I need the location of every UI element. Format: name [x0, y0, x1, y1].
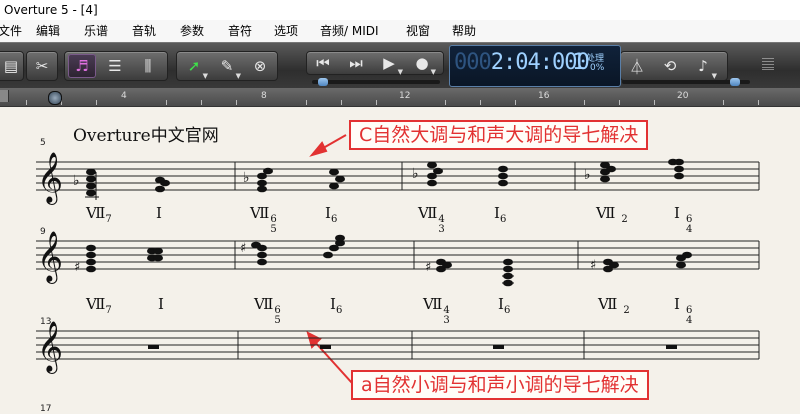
- volume-slider-knob[interactable]: [730, 78, 740, 86]
- tempo-slider-knob[interactable]: [318, 78, 328, 86]
- tempo-slider[interactable]: [312, 80, 440, 84]
- chord-label: Ⅰ6: [498, 295, 511, 316]
- menu-file[interactable]: 文件: [0, 20, 22, 42]
- menu-edit[interactable]: 编辑: [36, 20, 60, 42]
- title-bar: Overture 5 - [4]: [0, 0, 800, 20]
- treble-clef: 𝄞: [37, 321, 63, 374]
- chord-label: Ⅰ6: [494, 204, 507, 225]
- step-icon[interactable]: ⏭: [342, 52, 370, 74]
- svg-text:♯: ♯: [590, 258, 596, 273]
- ruler-number: 12: [399, 91, 411, 101]
- svg-text:♭: ♭: [73, 173, 80, 189]
- score-notation: 𝄞 ♭ ♭ ♭ ♭ 𝄞 ♯ ♯ ♯ ♯ 𝄞: [36, 134, 760, 384]
- staff-3: [36, 330, 760, 360]
- transport-group: ⏮ ⏭ ▶ ▼ ● ▼: [306, 51, 444, 76]
- window-title: Overture 5 - [4]: [4, 3, 98, 17]
- toolbar-group-right: ⏃ ⟲ ♪ ▼: [620, 51, 728, 81]
- ruler-number: 16: [538, 91, 550, 101]
- tools-icon[interactable]: ✂: [28, 54, 56, 78]
- chord-label: Ⅶ7: [86, 204, 112, 225]
- menu-notes[interactable]: 音符: [228, 20, 252, 42]
- score-page[interactable]: Overture中文官网 C自然大调与和声大调的导七解决 a自然小调与和声小调的…: [0, 107, 800, 414]
- callout-bottom-arrow: [306, 331, 353, 384]
- score-view-icon[interactable]: ♬: [68, 54, 96, 78]
- treble-clef: 𝄞: [37, 231, 63, 284]
- menu-parameters[interactable]: 参数: [180, 20, 204, 42]
- counter-beat: 1: [572, 50, 586, 75]
- chord-label: Ⅶ2: [598, 295, 630, 316]
- svg-text:♭: ♭: [412, 166, 419, 182]
- menu-help[interactable]: 帮助: [452, 20, 476, 42]
- chord-label: Ⅰ6: [325, 204, 338, 225]
- chord-label: Ⅶ65: [250, 204, 277, 235]
- chord-label: Ⅰ: [158, 295, 164, 313]
- ruler-number: 4: [121, 91, 127, 101]
- ruler-number: 8: [261, 91, 267, 101]
- treble-clef: 𝄞: [37, 152, 63, 205]
- menu-score[interactable]: 乐谱: [84, 20, 108, 42]
- menu-window[interactable]: 视窗: [406, 20, 430, 42]
- erase-icon[interactable]: ⊗: [246, 54, 274, 78]
- pencil-icon[interactable]: ✎ ▼: [213, 54, 241, 80]
- toolbar-group-edit-tools: ➚ ▼ ✎ ▼ ⊗: [176, 51, 278, 81]
- note-input-icon[interactable]: ♪ ▼: [689, 54, 717, 80]
- menu-options[interactable]: 选项: [274, 20, 298, 42]
- chord-label: Ⅶ65: [254, 295, 281, 326]
- staff-icon[interactable]: 𝄚: [754, 53, 782, 77]
- list-icon[interactable]: ▤: [0, 54, 25, 78]
- metronome-icon[interactable]: ⏃: [623, 54, 651, 78]
- svg-text:♯: ♯: [425, 260, 431, 275]
- menu-track[interactable]: 音轨: [132, 20, 156, 42]
- mixer-icon[interactable]: ⫼: [134, 54, 162, 78]
- toolbar-group-views: ♬ ☰ ⫼: [64, 51, 168, 81]
- chord-label: Ⅶ43: [423, 295, 450, 326]
- measure-ruler[interactable]: 4 8 12 16 20: [0, 88, 800, 107]
- toolbar: ▤ ✂ ♬ ☰ ⫼ ➚ ▼ ✎ ▼ ⊗ ⏮ ⏭ ▶ ▼ ● ▼ ⏃ ⟲ ♪ ▼ 𝄚: [0, 42, 800, 89]
- chord-label: Ⅶ2: [596, 204, 628, 225]
- staff-1: [36, 161, 760, 191]
- svg-text:♯: ♯: [74, 260, 80, 275]
- ruler-number: 20: [677, 91, 689, 101]
- staff-2: [36, 240, 760, 270]
- track-view-icon[interactable]: ☰: [101, 54, 129, 78]
- record-icon[interactable]: ● ▼: [408, 52, 436, 76]
- play-icon[interactable]: ▶ ▼: [375, 52, 403, 76]
- ruler-scroll-button[interactable]: [0, 90, 9, 102]
- chord-label: Ⅶ43: [418, 204, 445, 235]
- menu-audio-midi[interactable]: 音频/ MIDI: [320, 20, 379, 42]
- chord-label: Ⅰ6: [330, 295, 343, 316]
- loop-icon[interactable]: ⟲: [656, 54, 684, 78]
- playhead[interactable]: [48, 91, 62, 105]
- staff-1-notes: ♭ ♭ ♭ ♭: [73, 158, 684, 200]
- callout-top-arrow: [309, 134, 347, 157]
- toolbar-group-tools: ✂: [26, 51, 58, 81]
- toolbar-group-layout: ▤: [0, 51, 24, 81]
- counter-percent: 0%: [590, 63, 605, 73]
- chord-label: Ⅶ7: [86, 295, 112, 316]
- time-counter: 0002:04:000 1 处理 0%: [449, 45, 621, 87]
- menu-bar: 文件 编辑 乐谱 音轨 参数 音符 选项 音频/ MIDI 视窗 帮助: [0, 20, 800, 43]
- chord-label: Ⅰ: [156, 204, 162, 222]
- select-arrow-icon[interactable]: ➚ ▼: [180, 54, 208, 80]
- counter-dim: 000: [454, 50, 492, 75]
- chord-label: Ⅰ64: [674, 204, 693, 235]
- rewind-icon[interactable]: ⏮: [309, 52, 337, 74]
- staff-2-notes: ♯ ♯ ♯ ♯: [74, 234, 692, 287]
- svg-text:♭: ♭: [584, 167, 591, 183]
- chord-label: Ⅰ64: [674, 295, 693, 326]
- svg-text:♯: ♯: [240, 241, 246, 256]
- svg-text:♭: ♭: [243, 170, 250, 186]
